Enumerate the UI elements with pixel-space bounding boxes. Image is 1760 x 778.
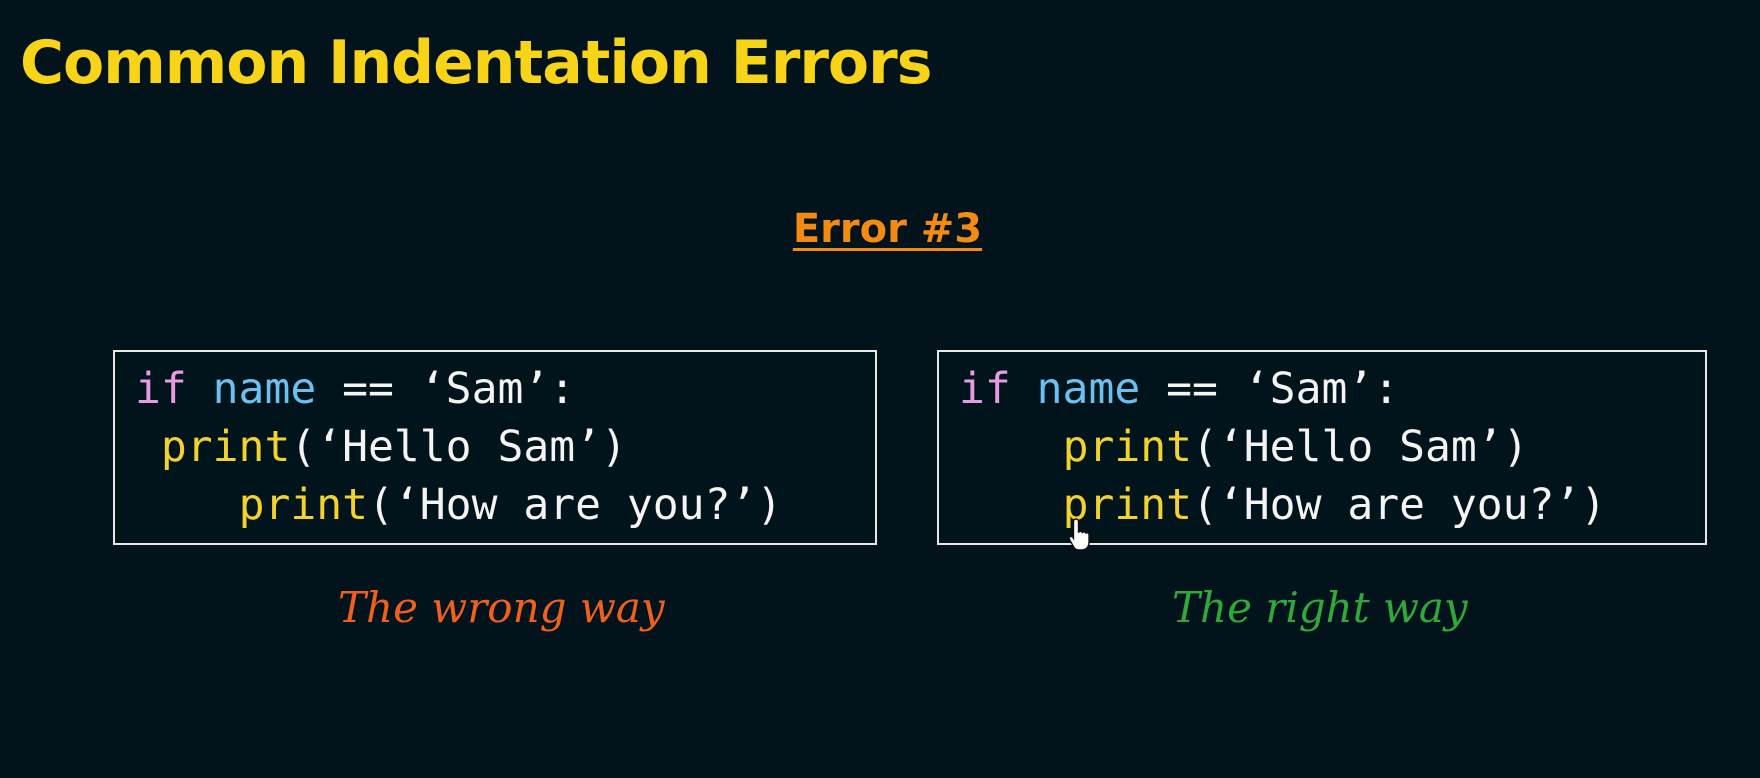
variable: name bbox=[212, 364, 317, 414]
error-subtitle: Error #3 bbox=[792, 206, 983, 252]
slide-title: Common Indentation Errors bbox=[20, 28, 932, 98]
hand-pointer-icon bbox=[1068, 518, 1090, 551]
right-way-caption: The right way bbox=[1172, 583, 1468, 632]
code-text: (‘How are you?’) bbox=[368, 480, 783, 530]
wrong-code-line-1: if name == ‘Sam’: bbox=[135, 360, 875, 418]
right-code-line-2: print(‘Hello Sam’) bbox=[959, 418, 1705, 476]
code-text: (‘How are you?’) bbox=[1192, 480, 1607, 530]
keyword: if bbox=[135, 364, 187, 414]
wrong-code-line-3: print(‘How are you?’) bbox=[135, 476, 875, 534]
function-name: print bbox=[238, 480, 369, 530]
wrong-code-box: if name == ‘Sam’: print(‘Hello Sam’) pri… bbox=[113, 350, 877, 545]
function-name: print bbox=[160, 422, 291, 472]
wrong-code-line-2: print(‘Hello Sam’) bbox=[135, 418, 875, 476]
wrong-way-caption: The wrong way bbox=[338, 583, 665, 632]
keyword: if bbox=[959, 364, 1011, 414]
code-text: (‘Hello Sam’) bbox=[1192, 422, 1529, 472]
right-code-box: if name == ‘Sam’: print(‘Hello Sam’) pri… bbox=[937, 350, 1707, 545]
right-code-line-1: if name == ‘Sam’: bbox=[959, 360, 1705, 418]
function-name: print bbox=[1062, 422, 1193, 472]
code-text: == ‘Sam’: bbox=[1140, 364, 1400, 414]
code-text: (‘Hello Sam’) bbox=[290, 422, 627, 472]
variable: name bbox=[1036, 364, 1141, 414]
code-text: == ‘Sam’: bbox=[316, 364, 576, 414]
